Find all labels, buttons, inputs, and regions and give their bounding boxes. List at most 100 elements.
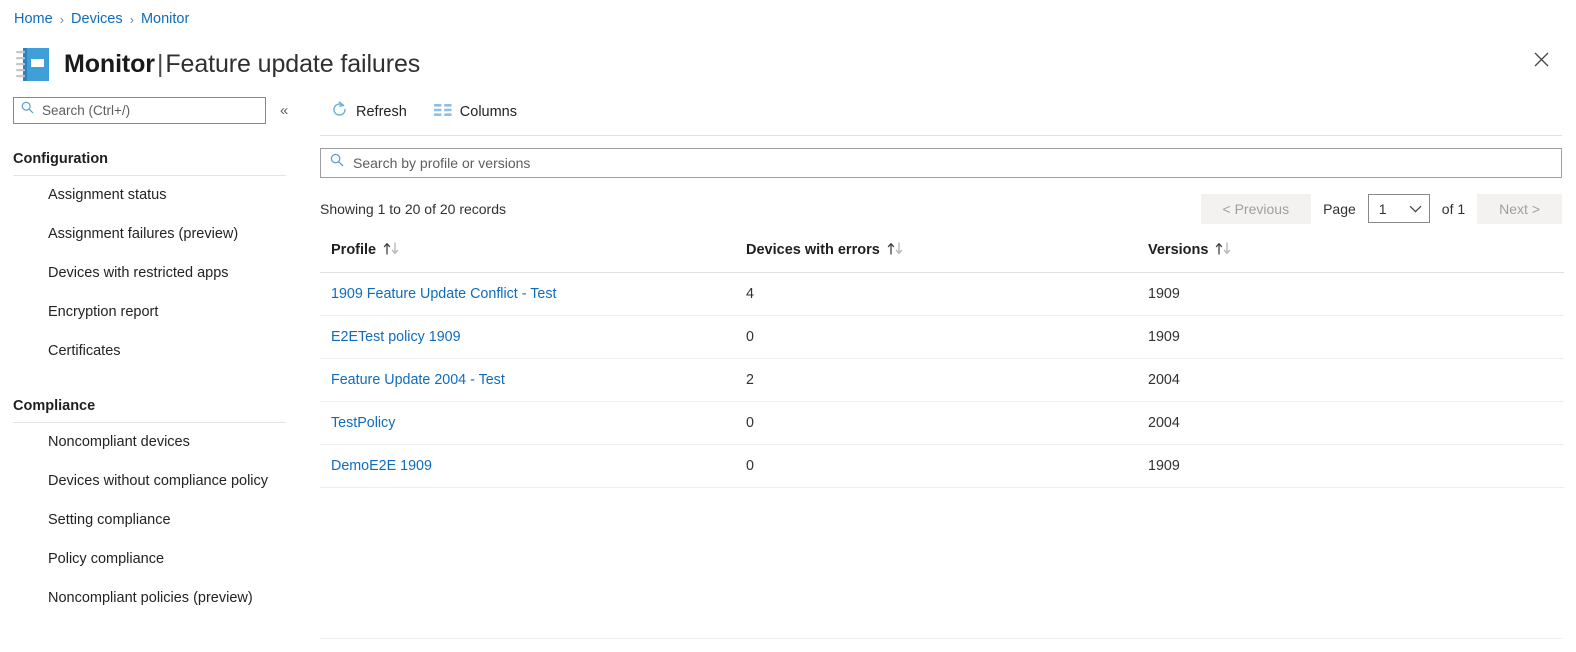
- sort-arrows-icon: [383, 241, 400, 259]
- cell-versions: 1909: [1137, 271, 1564, 315]
- columns-button[interactable]: Columns: [425, 98, 526, 126]
- page-total-label: of 1: [1441, 200, 1466, 217]
- filter-search-input[interactable]: [351, 153, 1552, 172]
- page-label: Page: [1323, 200, 1356, 217]
- sidebar-item-devices-with-restricted-apps[interactable]: Devices with restricted apps: [0, 254, 318, 293]
- sidebar-item-assignment-failures[interactable]: Assignment failures (preview): [0, 215, 318, 254]
- column-header-label: Versions: [1148, 242, 1209, 258]
- page-number-value: 1: [1378, 200, 1387, 217]
- sidebar: « Configuration Assignment status Assign…: [0, 89, 318, 645]
- refresh-label: Refresh: [356, 103, 407, 120]
- sidebar-item-label: Devices without compliance policy: [48, 473, 269, 489]
- sidebar-item-encryption-report[interactable]: Encryption report: [0, 293, 318, 332]
- search-input[interactable]: [40, 101, 258, 119]
- cell-devices-with-errors: 0: [735, 443, 1137, 488]
- table-head: Profile Devices with errors Versions: [320, 241, 1564, 273]
- feature-update-failures-table: Profile Devices with errors Versions 190…: [320, 241, 1564, 488]
- page-title-secondary: Feature update failures: [165, 50, 421, 78]
- chevron-double-left-icon[interactable]: «: [280, 103, 288, 118]
- profile-link[interactable]: E2ETest policy 1909: [331, 329, 461, 345]
- column-header-label: Devices with errors: [746, 242, 880, 258]
- command-bar: Refresh Columns: [318, 89, 1562, 135]
- sidebar-item-setting-compliance[interactable]: Setting compliance: [0, 501, 318, 540]
- search-icon: [330, 153, 344, 172]
- sidebar-item-label: Setting compliance: [48, 512, 171, 528]
- sidebar-item-label: Encryption report: [48, 304, 159, 320]
- body-split: « Configuration Assignment status Assign…: [0, 89, 1576, 645]
- sidebar-item-noncompliant-devices[interactable]: Noncompliant devices: [0, 423, 318, 462]
- notebook-icon: [12, 45, 54, 85]
- records-row: Showing 1 to 20 of 20 records < Previous…: [320, 193, 1562, 224]
- page-title-divider: |: [156, 50, 164, 78]
- sidebar-item-devices-without-compliance-policy[interactable]: Devices without compliance policy: [0, 462, 318, 501]
- command-bar-divider: [320, 134, 1562, 136]
- columns-label: Columns: [459, 103, 517, 120]
- cell-devices-with-errors: 2: [735, 357, 1137, 401]
- page-title-primary: Monitor: [64, 50, 155, 78]
- sidebar-search-row: «: [0, 89, 318, 124]
- close-glyph: [1534, 52, 1548, 67]
- table-row: TestPolicy 0 2004: [320, 400, 1564, 444]
- report-icon: [20, 304, 36, 320]
- refresh-icon: [331, 101, 348, 122]
- search-input-wrapper[interactable]: [13, 96, 266, 124]
- column-header-profile[interactable]: Profile: [320, 241, 735, 273]
- report-icon: [20, 512, 36, 528]
- records-count-text: Showing 1 to 20 of 20 records: [320, 200, 507, 217]
- cell-profile: DemoE2E 1909: [320, 443, 735, 488]
- page-title: Monitor|Feature update failures: [64, 50, 420, 79]
- cell-versions: 2004: [1137, 357, 1564, 401]
- column-header-label: Profile: [331, 242, 377, 258]
- refresh-button[interactable]: Refresh: [322, 96, 416, 127]
- sidebar-item-label: Assignment status: [48, 187, 167, 203]
- sidebar-item-certificates[interactable]: Certificates: [0, 332, 318, 371]
- page-header: Monitor|Feature update failures: [0, 27, 1576, 89]
- table-row: E2ETest policy 1909 0 1909: [320, 314, 1564, 358]
- column-header-devices-with-errors[interactable]: Devices with errors: [735, 241, 1137, 273]
- page-number-select[interactable]: 1: [1367, 194, 1430, 223]
- filter-search-wrapper[interactable]: [320, 147, 1562, 178]
- sidebar-item-policy-compliance[interactable]: Policy compliance: [0, 540, 318, 579]
- nav-group-title-compliance: Compliance: [13, 397, 96, 414]
- columns-icon: [433, 103, 452, 121]
- cell-profile: E2ETest policy 1909: [320, 314, 735, 358]
- breadcrumb-item-devices[interactable]: Devices: [71, 12, 123, 27]
- breadcrumb: Home › Devices › Monitor: [0, 0, 1576, 27]
- table-row: DemoE2E 1909 0 1909: [320, 443, 1564, 488]
- report-icon: [20, 265, 36, 281]
- report-icon: [20, 187, 36, 203]
- close-icon[interactable]: [1524, 43, 1558, 77]
- sidebar-item-label: Assignment failures (preview): [48, 226, 239, 242]
- cell-profile: TestPolicy: [320, 400, 735, 444]
- report-icon: [20, 226, 36, 242]
- sidebar-item-label: Devices with restricted apps: [48, 265, 229, 281]
- search-icon: [21, 101, 34, 119]
- sidebar-item-noncompliant-policies[interactable]: Noncompliant policies (preview): [0, 579, 318, 618]
- sidebar-item-label: Noncompliant devices: [48, 434, 190, 450]
- sidebar-item-clipped[interactable]: [0, 618, 318, 645]
- report-icon: [20, 473, 36, 489]
- table-body: 1909 Feature Update Conflict - Test 4 19…: [320, 271, 1564, 488]
- cell-profile: 1909 Feature Update Conflict - Test: [320, 271, 735, 315]
- report-icon: [20, 434, 36, 450]
- breadcrumb-separator: ›: [129, 11, 134, 27]
- chevron-down-icon: [1409, 200, 1422, 218]
- next-page-button[interactable]: Next >: [1477, 193, 1562, 224]
- profile-link[interactable]: TestPolicy: [331, 415, 395, 431]
- pagination-controls: < Previous Page 1 of 1 Next >: [1200, 193, 1562, 224]
- profile-link[interactable]: DemoE2E 1909: [331, 458, 432, 474]
- cell-devices-with-errors: 4: [735, 271, 1137, 315]
- sidebar-item-assignment-status[interactable]: Assignment status: [0, 176, 318, 215]
- table-row: Feature Update 2004 - Test 2 2004: [320, 357, 1564, 401]
- breadcrumb-item-monitor[interactable]: Monitor: [141, 12, 189, 27]
- cell-versions: 1909: [1137, 443, 1564, 488]
- content-bottom-divider: [320, 637, 1562, 639]
- cell-versions: 2004: [1137, 400, 1564, 444]
- profile-link[interactable]: 1909 Feature Update Conflict - Test: [331, 286, 556, 302]
- breadcrumb-item-home[interactable]: Home: [14, 12, 53, 27]
- report-icon: [20, 590, 36, 606]
- previous-page-button[interactable]: < Previous: [1200, 193, 1312, 224]
- profile-link[interactable]: Feature Update 2004 - Test: [331, 372, 505, 388]
- breadcrumb-separator: ›: [59, 11, 65, 27]
- column-header-versions[interactable]: Versions: [1137, 241, 1564, 273]
